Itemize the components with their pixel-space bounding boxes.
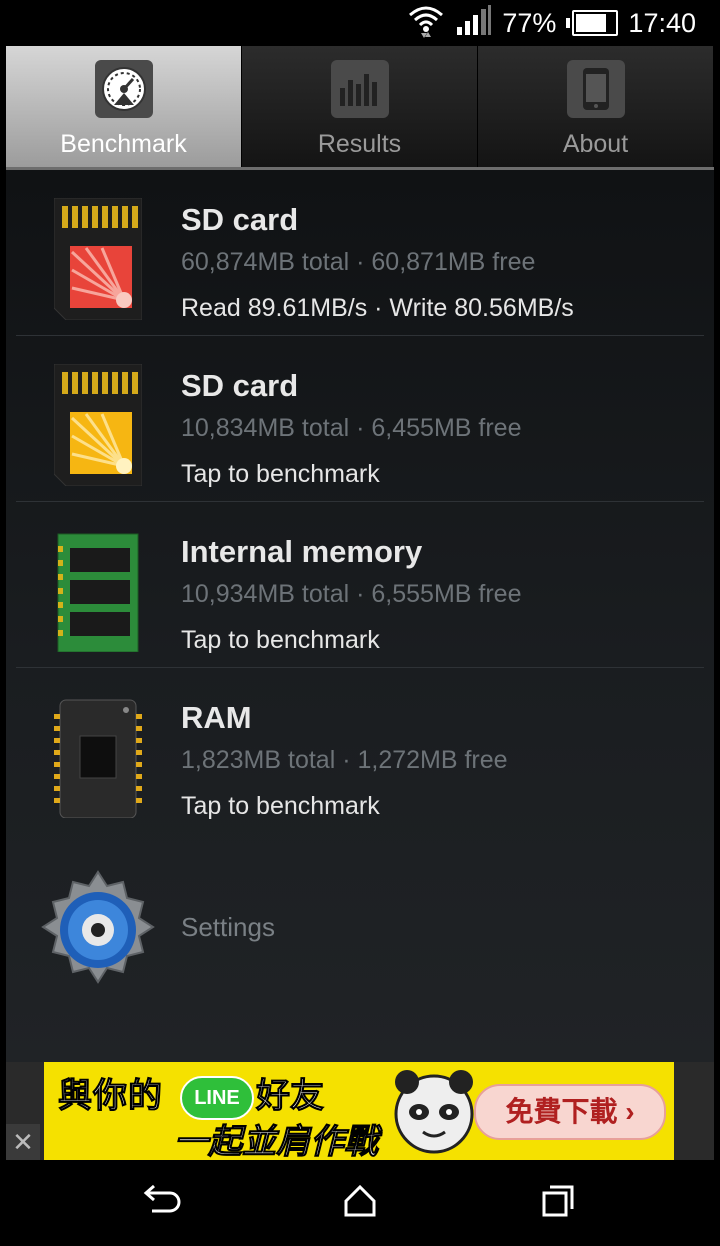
sd-card-red-icon xyxy=(53,197,143,321)
item-status: Read 89.61MB/s · Write 80.56MB/s xyxy=(181,294,574,322)
status-bar: 77% 17:40 xyxy=(6,0,714,46)
item-title: Internal memory xyxy=(181,534,423,569)
list-item-ram[interactable]: RAM 1,823MB total · 1,272MB free Tap to … xyxy=(6,668,714,834)
battery-icon xyxy=(566,10,619,36)
tab-label: About xyxy=(562,130,629,158)
ad-download-button[interactable]: 免費下載 › xyxy=(474,1084,666,1140)
home-button[interactable] xyxy=(332,1178,388,1228)
tab-results[interactable]: Results xyxy=(242,46,478,167)
navigation-bar xyxy=(6,1160,714,1246)
back-icon xyxy=(142,1183,182,1224)
tab-label: Benchmark xyxy=(60,130,187,158)
item-status: Tap to benchmark xyxy=(181,792,380,820)
bar-chart-icon xyxy=(330,60,389,118)
phone-icon xyxy=(566,60,625,118)
item-title: SD card xyxy=(181,368,299,403)
item-title: SD card xyxy=(181,202,299,237)
ad-banner: 與你的 LINE 好友 一起並肩作戰 免費下載 › ✕ xyxy=(6,1062,714,1160)
item-status: Tap to benchmark xyxy=(181,460,380,488)
item-capacity: 10,934MB total · 6,555MB free xyxy=(181,580,522,608)
back-button[interactable] xyxy=(134,1178,190,1228)
battery-percent: 77% xyxy=(502,7,557,38)
tab-benchmark[interactable]: Benchmark xyxy=(6,46,242,167)
item-capacity: 1,823MB total · 1,272MB free xyxy=(181,746,508,774)
settings-item[interactable]: Settings xyxy=(6,850,714,1000)
clock: 17:40 xyxy=(628,7,696,38)
gear-icon xyxy=(36,868,160,997)
ad-text: 一起並肩作戰 xyxy=(174,1123,379,1161)
tab-about[interactable]: About xyxy=(478,46,714,167)
home-icon xyxy=(342,1183,378,1224)
ad-text: 與你的 xyxy=(58,1077,163,1116)
benchmark-list: SD card 60,874MB total · 60,871MB free R… xyxy=(6,170,714,1062)
recent-apps-icon xyxy=(540,1183,576,1224)
list-item-sd-card-1[interactable]: SD card 60,874MB total · 60,871MB free R… xyxy=(6,170,714,336)
list-item-internal-memory[interactable]: Internal memory 10,934MB total · 6,555MB… xyxy=(6,502,714,668)
item-capacity: 60,874MB total · 60,871MB free xyxy=(181,248,536,276)
settings-label: Settings xyxy=(181,912,275,942)
signal-icon xyxy=(456,4,492,42)
ad-content[interactable]: 與你的 LINE 好友 一起並肩作戰 免費下載 › xyxy=(44,1062,674,1160)
panda-mascot-icon xyxy=(389,1066,479,1160)
item-status: Tap to benchmark xyxy=(181,626,380,654)
app-screen: 77% 17:40 Benchmark Results About SD car… xyxy=(6,0,714,1246)
item-capacity: 10,834MB total · 6,455MB free xyxy=(181,414,522,442)
ad-text: 好友 xyxy=(256,1077,325,1116)
memory-chip-icon xyxy=(54,530,142,653)
recent-apps-button[interactable] xyxy=(530,1178,586,1228)
wifi-icon xyxy=(406,1,446,46)
list-item-sd-card-2[interactable]: SD card 10,834MB total · 6,455MB free Ta… xyxy=(6,336,714,502)
ad-close-button[interactable]: ✕ xyxy=(6,1124,40,1160)
tab-bar: Benchmark Results About xyxy=(6,46,714,170)
ram-chip-icon xyxy=(54,696,142,819)
tab-label: Results xyxy=(317,130,402,158)
gauge-icon xyxy=(94,60,153,118)
sd-card-yellow-icon xyxy=(53,363,143,487)
item-title: RAM xyxy=(181,700,252,735)
